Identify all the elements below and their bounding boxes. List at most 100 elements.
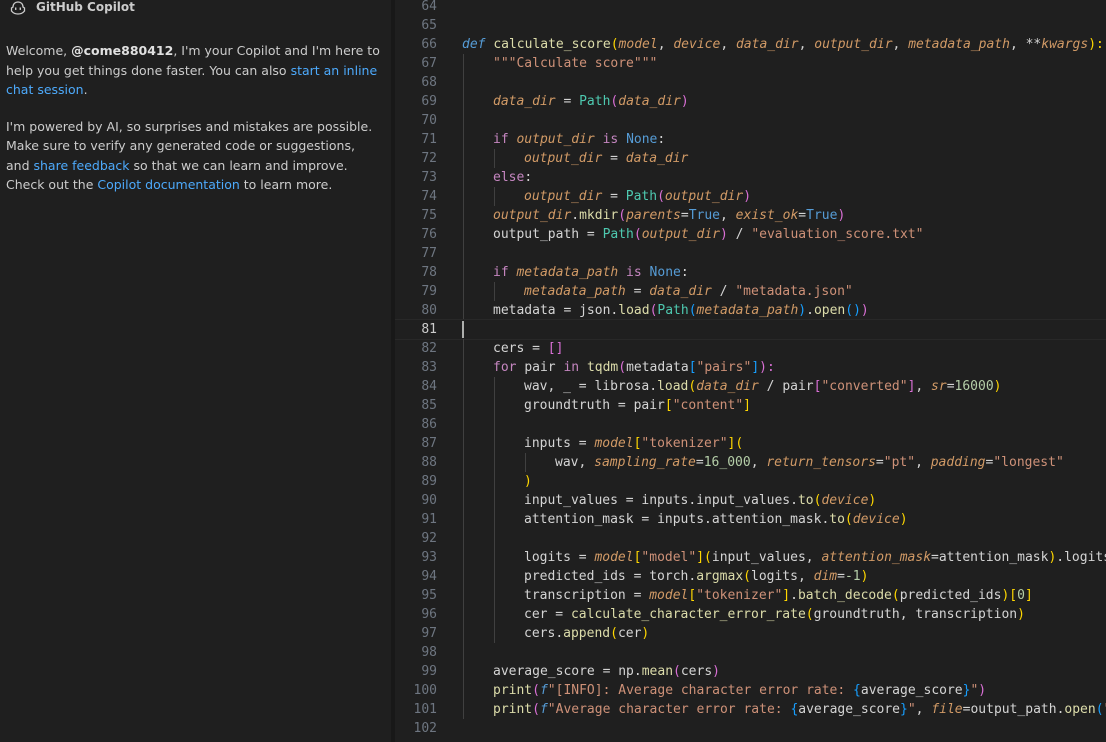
indent-guide [463,263,464,282]
code-line[interactable]: 80 metadata = json.load(Path(metadata_pat… [395,301,1106,320]
code-line[interactable]: 65 [395,16,1106,35]
code-line[interactable]: 74 output_dir = Path(output_dir) [395,187,1106,206]
code-token: ( [673,664,681,679]
code-line[interactable]: 102 [395,719,1106,738]
code-editor[interactable]: 64 65 66 def calculate_score(model, device,… [395,0,1106,742]
code-token: attention_mask [821,550,932,565]
indent-guide [463,529,464,548]
code-line[interactable]: 96 cer = calculate_character_error_rate(g… [395,605,1106,624]
code-line[interactable]: 67 """Calculate score""" [395,54,1106,73]
code-line[interactable]: 99 average_score = np.mean(cers) [395,662,1106,681]
code-token: logits [1064,550,1106,565]
indent-guide [463,111,464,130]
code-token: load [657,379,689,394]
code-token: calculate_score [493,37,611,52]
code-token: ] [696,550,705,565]
code-token: inputs [641,493,689,508]
code-token: ) [853,303,861,318]
copilot-icon [10,0,28,15]
code-token: ( [532,702,540,717]
code-text: data_dir = Path(data_dir) [493,92,689,111]
code-line[interactable]: 85 groundtruth = pair["content"] [395,396,1106,415]
line-number: 99 [421,664,437,679]
indent-guide [463,73,464,92]
indent-guide [463,396,464,415]
code-token: batch_decode [797,588,892,603]
code-token: output_dir [524,189,603,204]
code-line[interactable]: 90 input_values = inputs.input_values.to(… [395,491,1106,510]
code-text: groundtruth = pair["content"] [524,396,751,415]
line-number: 102 [413,721,437,736]
line-number: 92 [421,531,437,546]
code-line[interactable]: 93 logits = model["model"](input_values, … [395,548,1106,567]
code-line[interactable]: 84 wav, _ = librosa.load(data_dir / pair[… [395,377,1106,396]
code-line[interactable]: 89) [395,472,1106,491]
code-line[interactable]: 78 if metadata_path is None: [395,263,1106,282]
code-line[interactable]: 95 transcription = model ["tokenizer"].bat… [395,586,1106,605]
code-token: ) [993,379,1002,394]
code-token: = [602,189,626,204]
code-line[interactable]: 91 attention_mask = inputs.attention_mask… [395,510,1106,529]
code-line[interactable]: 81 [395,319,1106,340]
code-line[interactable]: 79 metadata_path = data_dir / "metadata.j… [395,282,1106,301]
code-text: inputs = model["tokenizer"]( [524,434,743,453]
welcome-text: Welcome, [6,43,72,58]
code-token: data_dir [493,94,556,109]
code-token: "longest" [993,455,1064,470]
code-token: metadata_path [524,284,626,299]
code-token: = [617,493,642,508]
code-line[interactable]: 87 inputs = model["tokenizer"]( [395,434,1106,453]
code-token: kwargs [1041,37,1089,52]
code-text: print(f"Average character error rate: {a… [493,700,1106,719]
code-line[interactable]: 88 wav, sampling_rate=16_000, return_tens… [395,453,1106,472]
indent-guide [494,567,495,586]
code-token: = [610,398,634,413]
code-line[interactable]: 71 if output_dir is None: [395,130,1106,149]
code-token: ) [860,569,869,584]
share-feedback-link[interactable]: share feedback [34,158,130,173]
code-line[interactable]: 98 [395,643,1106,662]
code-line[interactable]: 92 [395,529,1106,548]
code-token: ( [610,626,618,641]
code-token: "content" [672,398,744,413]
code-line[interactable]: 68 [395,73,1106,92]
code-token: = [579,227,603,242]
code-token: ] [782,588,791,603]
code-token: = [625,284,650,299]
code-line[interactable]: 72 output_dir = data_dir [395,149,1106,168]
code-token: open [1064,702,1096,717]
code-line[interactable]: 82 cers = [] [395,339,1106,358]
indent-guide [494,149,495,168]
code-token: if [493,265,517,280]
code-token: parents [626,208,681,223]
code-line[interactable]: 66 def calculate_score(model, device, dat… [395,35,1106,54]
code-line[interactable]: 69 data_dir = Path(data_dir) [395,92,1106,111]
code-line[interactable]: 76 output_path = Path(output_dir) / "eval… [395,225,1106,244]
indent-guide [494,548,495,567]
code-token: is [618,265,650,280]
indent-guide [463,434,464,453]
code-line[interactable]: 75 output_dir.mkdir(parents=True, exist_o… [395,206,1106,225]
code-line[interactable]: 70 [395,111,1106,130]
indent-guide [463,491,464,510]
code-line[interactable]: 77 [395,244,1106,263]
code-token: ) [641,626,650,641]
code-text: cers.append(cer) [524,624,649,643]
code-text: logits = model["model"](input_values, at… [524,548,1106,567]
code-token: predicted_ids [899,588,1002,603]
code-text: def calculate_score(model, device, data_… [462,35,1104,54]
code-line[interactable]: 94 predicted_ids = torch.argmax(logits, d… [395,567,1106,586]
code-line[interactable]: 86 [395,415,1106,434]
code-line[interactable]: 101 print(f"Average character error rate:… [395,700,1106,719]
code-token: ) [712,664,720,679]
copilot-documentation-link[interactable]: Copilot documentation [97,177,239,192]
code-line[interactable]: 100 print(f"[INFO]: Average character err… [395,681,1106,700]
code-token: None [649,265,681,280]
code-line[interactable]: 73 else: [395,168,1106,187]
line-number: 75 [421,208,437,223]
code-line[interactable]: 83 for pair in tqdm(metadata["pairs"]): [395,358,1106,377]
indent-guide [494,377,495,396]
code-line[interactable]: 64 [395,0,1106,16]
code-line[interactable]: 97 cers.append(cer) [395,624,1106,643]
code-token: . [790,493,798,508]
